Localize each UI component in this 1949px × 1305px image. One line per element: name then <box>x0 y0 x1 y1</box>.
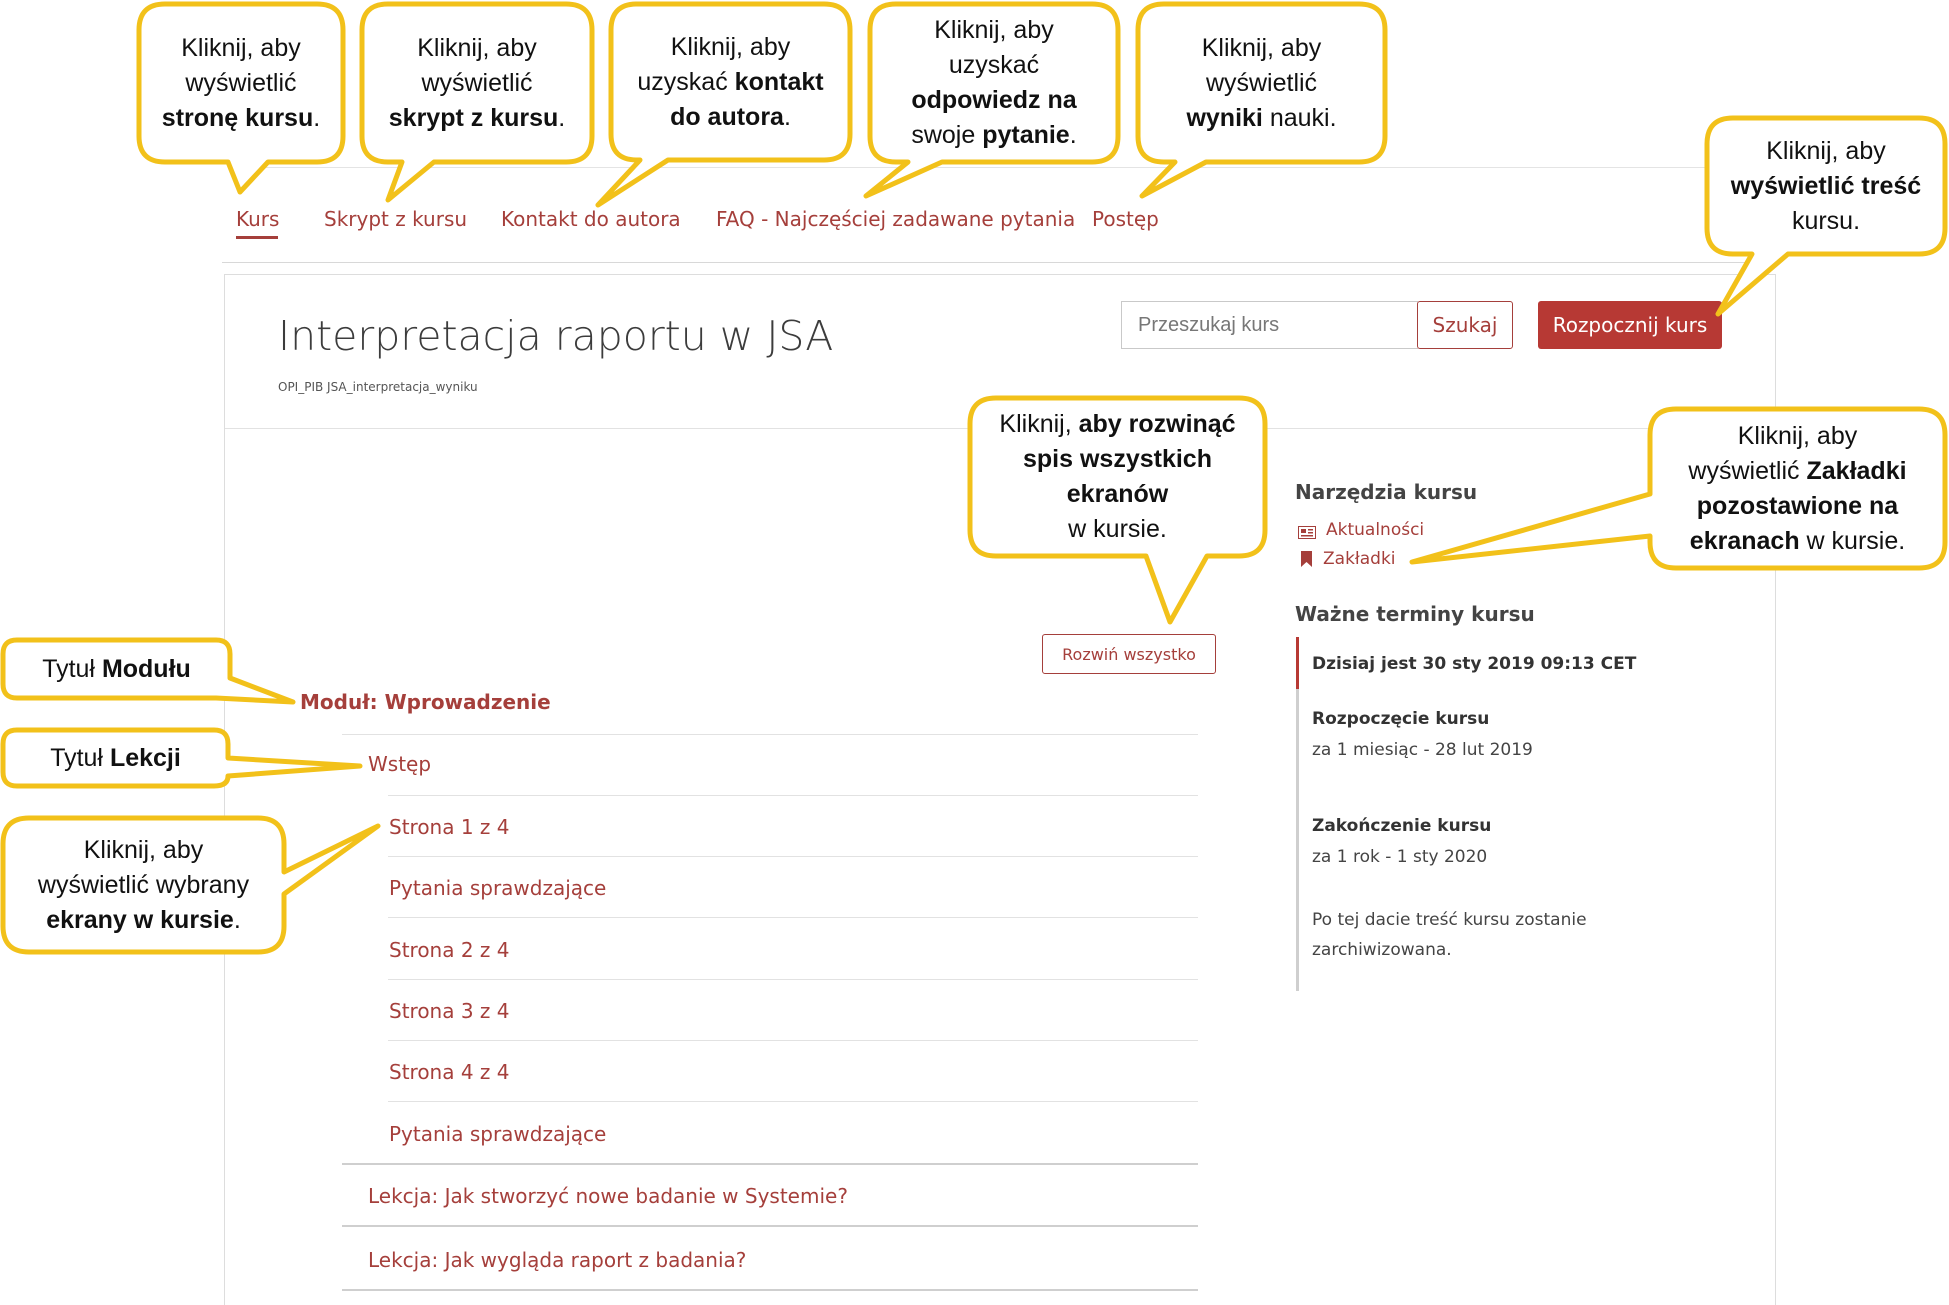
divider <box>388 795 1198 796</box>
start-date-value: za 1 miesiąc - 28 lut 2019 <box>1312 740 1533 760</box>
sidebar-link-zakladki[interactable]: Zakładki <box>1300 549 1396 569</box>
unit-link[interactable]: Pytania sprawdzające <box>389 876 606 900</box>
unit-link[interactable]: Strona 1 z 4 <box>389 815 510 839</box>
divider <box>342 1225 1198 1227</box>
page-title: Interpretacja raportu w JSA <box>278 312 834 360</box>
divider <box>388 979 1198 980</box>
tab-kontakt[interactable]: Kontakt do autora <box>501 207 681 231</box>
newspaper-icon <box>1298 524 1316 539</box>
tab-faq[interactable]: FAQ - Najczęściej zadawane pytania <box>716 207 1075 231</box>
callout-skrypt: Kliknij, aby wyświetlić skrypt z kursu. <box>388 33 566 132</box>
divider <box>388 856 1198 857</box>
divider <box>342 1163 1198 1165</box>
search-button[interactable]: Szukaj <box>1417 301 1513 349</box>
tools-heading: Narzędzia kursu <box>1295 480 1478 504</box>
unit-link[interactable]: Strona 2 z 4 <box>389 938 510 962</box>
callout-zakladki: Kliknij, aby wyświetlić Zakładki pozostawi… <box>1688 421 1907 555</box>
callout-rozwin: Kliknij, aby rozwinąć spis wszystkich ekra… <box>999 410 1236 543</box>
end-date-label: Zakończenie kursu <box>1312 816 1492 836</box>
sidebar-link-aktualnosci[interactable]: Aktualności <box>1298 520 1424 540</box>
divider <box>388 1101 1198 1102</box>
divider <box>388 1040 1198 1041</box>
sidebar-link-label: Zakładki <box>1323 549 1396 569</box>
search-input[interactable] <box>1121 301 1418 349</box>
start-date-label: Rozpoczęcie kursu <box>1312 709 1490 729</box>
archive-note-line2: zarchiwizowana. <box>1312 940 1452 960</box>
divider <box>388 917 1198 918</box>
dates-timeline <box>1296 689 1299 991</box>
divider <box>342 734 1198 735</box>
tab-skrypt[interactable]: Skrypt z kursu <box>324 207 467 231</box>
callout-lekcja: Tytuł Lekcji <box>50 743 181 772</box>
module-title[interactable]: Moduł: Wprowadzenie <box>300 690 551 714</box>
start-course-button[interactable]: Rozpocznij kurs <box>1538 301 1722 349</box>
course-tabs: Kurs Skrypt z kursu Kontakt do autora FA… <box>230 195 1774 265</box>
lesson-link[interactable]: Lekcja: Jak stworzyć nowe badanie w Syst… <box>368 1184 848 1208</box>
lesson-link[interactable]: Lekcja: Jak wygląda raport z badania? <box>368 1248 746 1272</box>
tab-postep[interactable]: Postęp <box>1092 207 1159 231</box>
lesson-title[interactable]: Wstęp <box>368 752 431 776</box>
callout-modul: Tytuł Modułu <box>42 654 191 683</box>
bookmark-icon <box>1300 550 1313 568</box>
dates-heading: Ważne terminy kursu <box>1295 602 1535 626</box>
expand-all-button[interactable]: Rozwiń wszystko <box>1042 634 1216 674</box>
callout-postep: Kliknij, aby wyświetlić wyniki nauki. <box>1186 33 1337 132</box>
unit-link[interactable]: Pytania sprawdzające <box>389 1122 606 1146</box>
archive-note-line1: Po tej dacie treść kursu zostanie <box>1312 910 1587 930</box>
top-divider <box>230 167 1774 168</box>
callout-rozpocznij: Kliknij, aby wyświetlić treść kursu. <box>1730 136 1922 235</box>
unit-link[interactable]: Strona 3 z 4 <box>389 999 510 1023</box>
course-id: OPI_PIB JSA_interpretacja_wyniku <box>278 380 478 394</box>
callout-kontakt: Kliknij, aby uzyskać kontakt do autora. <box>637 32 824 131</box>
tab-kurs[interactable]: Kurs <box>236 207 279 231</box>
unit-link[interactable]: Strona 4 z 4 <box>389 1060 510 1084</box>
nav-divider <box>222 262 1774 263</box>
callout-faq: Kliknij, aby uzyskać odpowiedz na swoje pyt… <box>911 16 1077 149</box>
sidebar-link-label: Aktualności <box>1326 520 1425 540</box>
today-date: Dzisiaj jest 30 sty 2019 09:13 CET <box>1312 654 1637 674</box>
callout-kurs: Kliknij, aby wyświetlić stronę kursu. <box>161 33 321 132</box>
tab-active-indicator <box>236 236 278 239</box>
today-marker <box>1296 637 1299 689</box>
callout-ekrany: Kliknij, aby wyświetlić wybrany ekrany w k… <box>37 835 250 934</box>
end-date-value: za 1 rok - 1 sty 2020 <box>1312 847 1488 867</box>
